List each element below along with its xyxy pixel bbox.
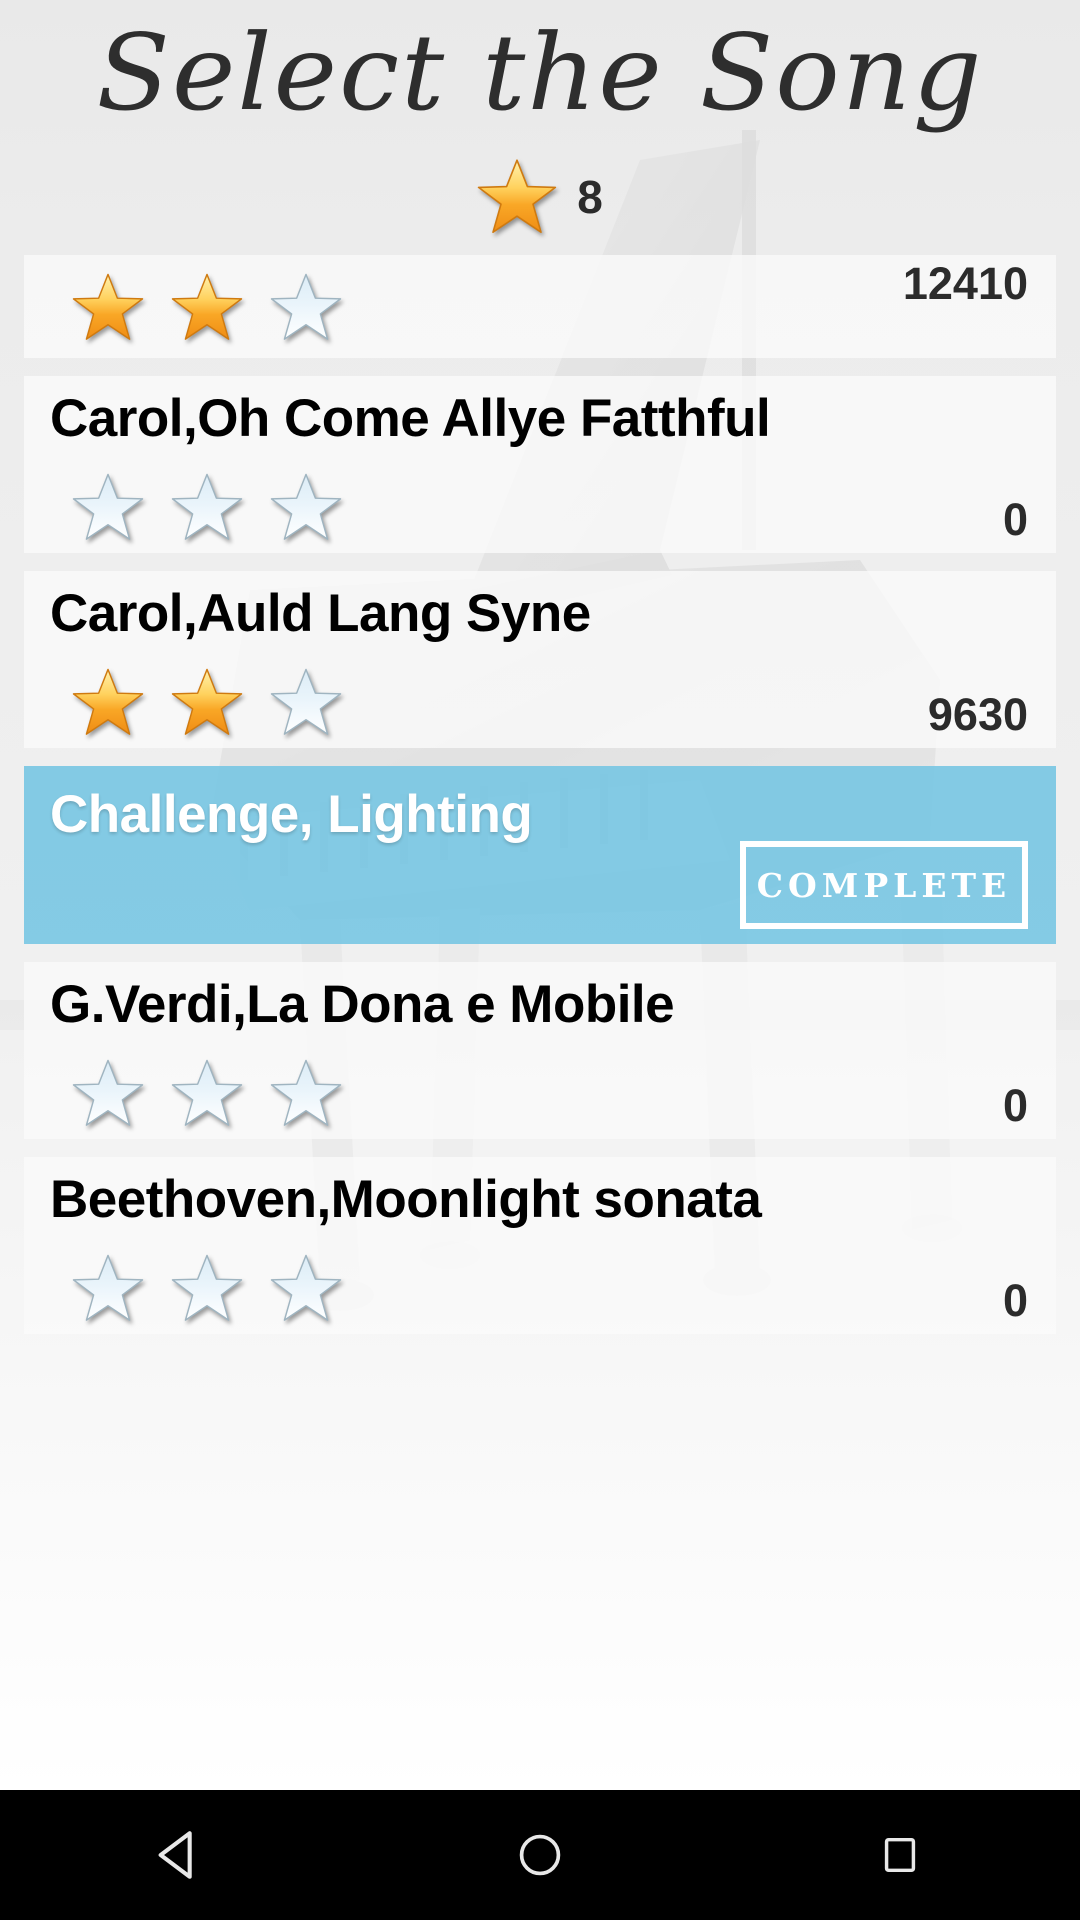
song-row[interactable]: Beethoven,Moonlight sonata 0 xyxy=(24,1157,1056,1334)
home-circle-icon[interactable] xyxy=(450,1790,630,1920)
star-empty-icon xyxy=(72,1059,144,1128)
song-score: 0 xyxy=(1002,1275,1028,1326)
song-star-rating xyxy=(72,1254,342,1323)
song-select-screen: Select the Song 8 12410 Carol,Oh Come All… xyxy=(0,0,1080,1920)
song-title: Carol,Oh Come Allye Fatthful xyxy=(50,389,771,448)
song-score: 0 xyxy=(1002,1080,1028,1131)
star-filled-icon xyxy=(477,158,557,236)
song-score: 0 xyxy=(1002,494,1028,545)
song-title: Beethoven,Moonlight sonata xyxy=(50,1170,762,1229)
song-title: G.Verdi,La Dona e Mobile xyxy=(50,975,675,1034)
star-empty-icon xyxy=(270,668,342,737)
back-triangle-icon[interactable] xyxy=(90,1790,270,1920)
star-empty-icon xyxy=(72,1254,144,1323)
star-filled-icon xyxy=(72,273,144,342)
star-empty-icon xyxy=(270,473,342,542)
star-filled-icon xyxy=(72,668,144,737)
star-filled-icon xyxy=(171,273,243,342)
song-title: Carol,Auld Lang Syne xyxy=(50,584,591,643)
song-row[interactable]: 12410 xyxy=(24,255,1056,358)
star-empty-icon xyxy=(171,1059,243,1128)
song-score: 12410 xyxy=(902,258,1028,309)
recents-square-icon[interactable] xyxy=(810,1790,990,1920)
star-empty-icon xyxy=(171,473,243,542)
android-nav-bar xyxy=(0,1790,1080,1920)
song-star-rating xyxy=(72,273,342,342)
song-score: 9630 xyxy=(927,689,1028,740)
star-count-header: 8 xyxy=(0,158,1080,236)
song-title: Challenge, Lighting xyxy=(50,785,533,844)
star-empty-icon xyxy=(270,1059,342,1128)
song-row[interactable]: Challenge, Lighting COMPLETE xyxy=(24,766,1056,944)
star-empty-icon xyxy=(270,273,342,342)
star-empty-icon xyxy=(171,1254,243,1323)
song-star-rating xyxy=(72,473,342,542)
song-row[interactable]: Carol,Auld Lang Syne 9630 xyxy=(24,571,1056,748)
star-empty-icon xyxy=(72,473,144,542)
page-title: Select the Song xyxy=(96,12,984,134)
star-count-value: 8 xyxy=(577,171,603,223)
complete-badge: COMPLETE xyxy=(740,841,1028,929)
star-filled-icon xyxy=(171,668,243,737)
song-row[interactable]: Carol,Oh Come Allye Fatthful 0 xyxy=(24,376,1056,553)
song-list[interactable]: 12410 Carol,Oh Come Allye Fatthful 0 Carol,… xyxy=(0,255,1080,1352)
song-star-rating xyxy=(72,668,342,737)
star-empty-icon xyxy=(270,1254,342,1323)
song-row[interactable]: G.Verdi,La Dona e Mobile 0 xyxy=(24,962,1056,1139)
song-star-rating xyxy=(72,1059,342,1128)
